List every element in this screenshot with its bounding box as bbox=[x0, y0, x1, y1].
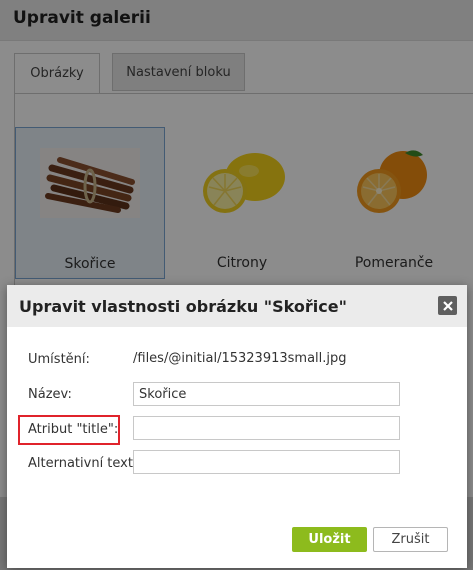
name-label: Název: bbox=[28, 387, 72, 402]
alt-text-field[interactable] bbox=[133, 450, 400, 474]
cancel-button[interactable]: Zrušit bbox=[373, 527, 448, 552]
location-label: Umístění: bbox=[28, 352, 90, 367]
image-properties-dialog: Upravit vlastnosti obrázku "Skořice" Umí… bbox=[7, 285, 467, 568]
dialog-title: Upravit vlastnosti obrázku "Skořice" bbox=[19, 297, 347, 316]
location-value: /files/@initial/15323913small.jpg bbox=[133, 351, 347, 366]
title-attribute-label: Atribut "title": bbox=[28, 422, 119, 437]
alt-text-label: Alternativní text: bbox=[28, 456, 138, 471]
title-attribute-field[interactable] bbox=[133, 416, 400, 440]
close-icon bbox=[442, 300, 453, 311]
name-field[interactable] bbox=[133, 382, 400, 406]
close-button[interactable] bbox=[438, 296, 457, 315]
save-button[interactable]: Uložit bbox=[292, 527, 367, 552]
dialog-header: Upravit vlastnosti obrázku "Skořice" bbox=[7, 285, 467, 327]
